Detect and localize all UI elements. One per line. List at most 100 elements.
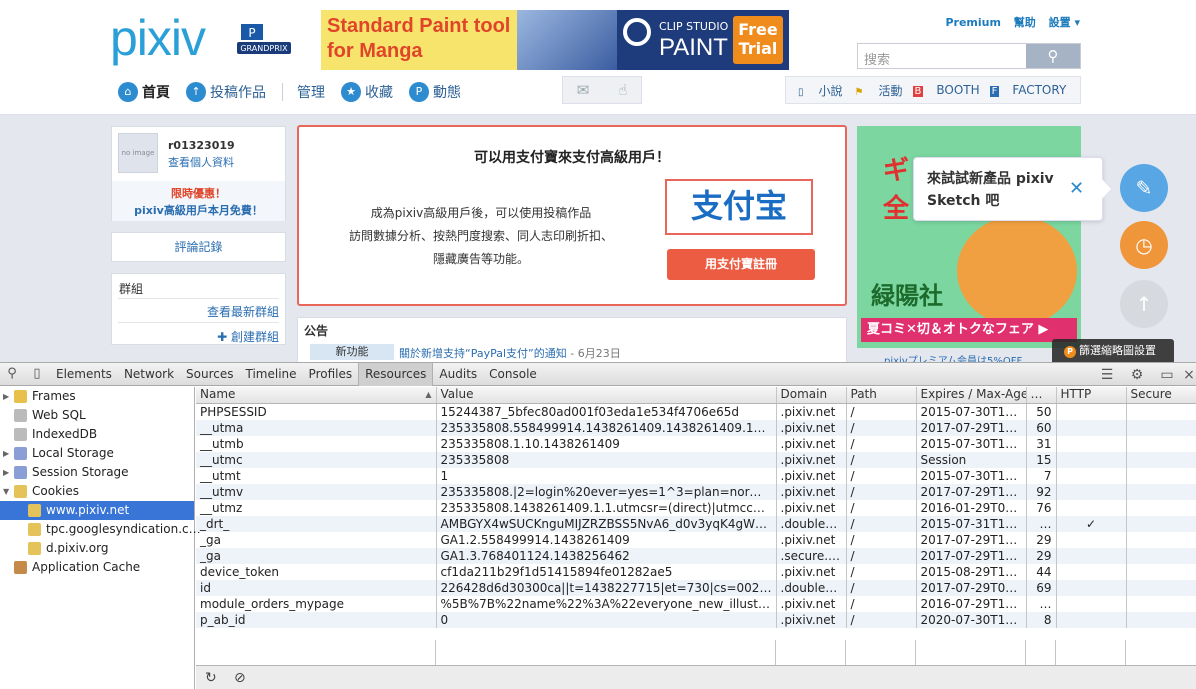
avatar[interactable]: no image [118, 133, 158, 173]
nav-feed[interactable]: P 動態 [409, 82, 461, 102]
booth-link[interactable]: B BOOTH [912, 83, 980, 97]
disclosure-triangle-icon[interactable]: ▶ [3, 444, 13, 463]
disclosure-triangle-icon[interactable]: ▶ [3, 387, 13, 406]
tree-item[interactable]: ▶ Session Storage [0, 463, 194, 482]
disclosure-triangle-icon[interactable]: ▼ [3, 482, 13, 501]
premium-promo[interactable]: 限時優惠！ pixiv高級用戶本月免費！ [112, 181, 285, 221]
column-header[interactable]: HTTP [1056, 387, 1127, 404]
events-link[interactable]: ⚑ 活動 [853, 82, 903, 99]
cell-path: / [846, 435, 917, 452]
scroll-top-button[interactable]: ↑ [1120, 280, 1168, 328]
announcement-link[interactable]: 關於新增支持“PayPal支付”的通知 - 6月23日 [399, 345, 621, 361]
latest-groups-link[interactable]: 查看最新群組 [207, 303, 279, 320]
tree-item[interactable]: ▶ Frames [0, 387, 194, 406]
column-header[interactable]: Value [436, 387, 777, 404]
inspect-icon[interactable]: ⚲ [4, 366, 20, 382]
dock-icon[interactable]: ▭ [1152, 367, 1182, 383]
cell-domain: .doublec… [776, 579, 847, 596]
column-header[interactable]: Secure [1126, 387, 1196, 404]
search-input[interactable]: 搜索 [864, 49, 890, 68]
novel-link[interactable]: ▯ 小說 [796, 82, 843, 99]
search-button[interactable]: ⚲ [1026, 44, 1080, 68]
history-button[interactable]: ◷ [1120, 221, 1168, 269]
gear-icon[interactable]: ⚙ [1122, 367, 1152, 383]
disclosure-triangle-icon[interactable]: ▶ [3, 463, 13, 482]
nav-home[interactable]: ⌂ 首頁 [118, 82, 170, 102]
view-profile-link[interactable]: 查看個人資料 [168, 154, 234, 170]
table-row[interactable]: id 226428d6d30300ca||t=1438227715|et=730|… [196, 579, 1196, 596]
cell-value: 235335808 [436, 451, 777, 468]
help-link[interactable]: 幫助 [1014, 16, 1036, 29]
tab-audits[interactable]: Audits [433, 363, 483, 386]
close-icon[interactable]: ✕ [1069, 178, 1084, 199]
hand-icon[interactable]: ☝ [603, 81, 643, 99]
tree-item[interactable]: IndexedDB [0, 425, 194, 444]
table-row[interactable]: device_token cf1da211b29f1d51415894fe0128… [196, 563, 1196, 580]
premium-link[interactable]: Premium [945, 16, 1000, 29]
tab-timeline[interactable]: Timeline [240, 363, 303, 386]
tab-elements[interactable]: Elements [50, 363, 118, 386]
tree-item[interactable]: ▼ Cookies [0, 482, 194, 501]
tab-profiles[interactable]: Profiles [303, 363, 359, 386]
table-row[interactable]: _ga GA1.2.558499914.1438261409 .pixiv.net /… [196, 531, 1196, 548]
table-row[interactable]: p_ab_id 0 .pixiv.net/2020-07-30T13:0… 8 [196, 611, 1196, 628]
factory-link[interactable]: F FACTORY [989, 83, 1066, 97]
table-row[interactable]: __utmv 235335808.|2=login%20ever=yes=1^3=… [196, 483, 1196, 500]
cell-expires-max-age: 2017-07-29T13:0… [916, 419, 1027, 436]
nav-bookmarks[interactable]: ★ 收藏 [341, 82, 393, 102]
table-row[interactable]: __utmc 235335808 .pixiv.net / Session 15 [196, 451, 1196, 468]
pixiv-logo[interactable]: pixiv [110, 10, 206, 66]
tab-console[interactable]: Console [483, 363, 543, 386]
thumbnail-filter-button[interactable]: P 篩選縮略圖設置 [1052, 339, 1174, 362]
column-header[interactable]: … [1026, 387, 1057, 404]
tree-item[interactable]: Web SQL [0, 406, 194, 425]
table-row[interactable]: __utmz 235335808.1438261409.1.1.utmcsr=(d… [196, 499, 1196, 516]
cell-: 29 [1026, 547, 1057, 564]
clip-studio-banner[interactable]: Standard Paint tool for Manga CLIP STUDIO… [321, 10, 789, 70]
ad-caption[interactable]: pixivプレミアム会員は5%OFF [884, 352, 1022, 362]
table-row[interactable]: module_orders_mypage %5B%7B%22name%22%3A%… [196, 595, 1196, 612]
cell-expires-max-age: 2015-07-30T13:3… [916, 435, 1027, 452]
sketch-button[interactable]: ✎ [1120, 164, 1168, 212]
tree-item[interactable]: tpc.googlesyndication.c… [0, 520, 201, 539]
table-row[interactable]: _ga GA1.3.768401124.1438256462 .secure.p… /… [196, 547, 1196, 564]
device-mode-icon[interactable]: ▯ [29, 366, 45, 382]
cell-expires-max-age: 2017-07-29T13:0… [916, 483, 1027, 500]
table-row[interactable]: PHPSESSID 15244387_5bfec80ad001f03eda1e53… [196, 403, 1196, 420]
alipay-register-button[interactable]: 用支付寶註冊 [667, 249, 815, 280]
refresh-icon[interactable]: ↻ [205, 670, 217, 686]
tab-resources[interactable]: Resources [358, 363, 434, 386]
tree-item[interactable]: Application Cache [0, 558, 194, 577]
table-row[interactable]: __utmb 235335808.1.10.1438261409 .pixiv.ne… [196, 435, 1196, 452]
drawer-icon[interactable]: ☰ [1092, 367, 1122, 383]
tab-network[interactable]: Network [118, 363, 180, 386]
settings-link[interactable]: 設置 ▾ [1049, 16, 1080, 29]
clear-icon[interactable]: ⊘ [234, 670, 246, 686]
cell-http [1056, 419, 1127, 436]
table-row[interactable]: __utma 235335808.558499914.1438261409.143… [196, 419, 1196, 436]
comment-history-link[interactable]: 評論記錄 [111, 232, 286, 262]
tree-item[interactable]: www.pixiv.net [0, 501, 194, 520]
nav-manage[interactable]: 管理 [297, 82, 325, 102]
cell-name: module_orders_mypage [196, 595, 437, 612]
create-group-link[interactable]: ✚ 創建群組 [217, 328, 279, 345]
tree-item[interactable]: ▶ Local Storage [0, 444, 194, 463]
grandprix-badge-icon: P GRANDPRIX [237, 24, 291, 54]
tree-item[interactable]: d.pixiv.org [0, 539, 194, 558]
column-header[interactable]: Expires / Max-Age [916, 387, 1027, 404]
column-header[interactable]: Path [846, 387, 917, 404]
table-row[interactable]: _drt_ AMBGYX4wSUCKnguMIJZRZBSS5NvA6_d0v3y… [196, 515, 1196, 532]
mail-icon[interactable]: ✉ [563, 81, 603, 99]
cell-domain: .doublec… [776, 515, 847, 532]
nav-post[interactable]: ↑ 投稿作品 [186, 82, 266, 102]
table-row[interactable]: __utmt 1 .pixiv.net/2015-07-30T13:1… 7 [196, 467, 1196, 484]
cell-secure [1126, 547, 1196, 564]
tab-sources[interactable]: Sources [180, 363, 239, 386]
column-header[interactable]: Name ▲ [196, 387, 437, 404]
cell-value: 235335808.|2=login%20ever=yes=1^3=plan=n… [436, 483, 777, 500]
close-icon[interactable]: × [1182, 367, 1196, 383]
sketch-tooltip: 來試試新產品 pixiv Sketch 吧 ✕ [913, 157, 1113, 221]
storage-icon [14, 561, 27, 574]
column-header[interactable]: Domain [776, 387, 847, 404]
ad-brand: 緑陽社 [871, 282, 943, 310]
